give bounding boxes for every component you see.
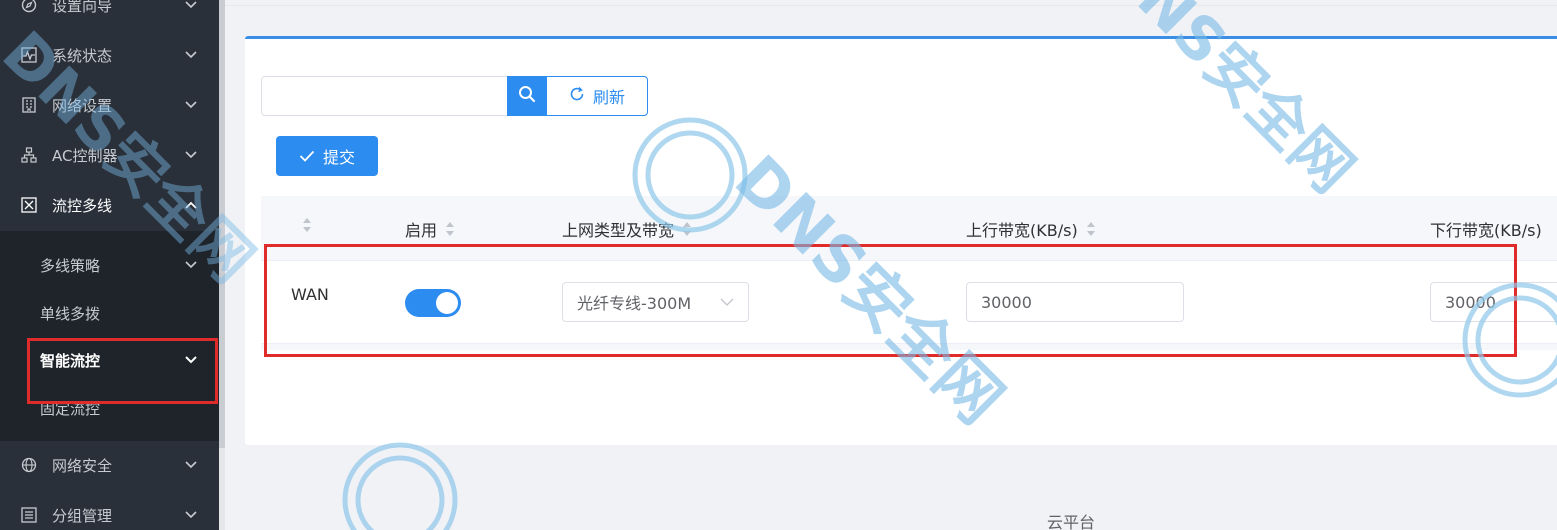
refresh-label: 刷新 [592,88,625,107]
chevron-down-icon [185,149,197,161]
sidebar-item-network-settings[interactable]: 网络设置 [0,80,219,130]
sort-icon[interactable] [682,221,692,237]
highlight-box [27,338,218,404]
column-header-upload[interactable]: 上行带宽(KB/s) [966,217,1096,241]
submit-label: 提交 [322,148,355,167]
sidebar-item-flow-control[interactable]: 流控多线 [0,180,219,230]
refresh-button[interactable]: 刷新 [546,76,648,116]
sidebar-item-group-management[interactable]: 分组管理 [0,490,219,530]
sidebar-item-label: 系统状态 [52,46,113,65]
sidebar-item-network-security[interactable]: 网络安全 [0,440,219,490]
column-header-download[interactable]: 下行带宽(KB/s) [1430,217,1542,241]
chevron-down-icon [185,49,197,61]
search-button[interactable] [507,76,547,116]
building-icon [21,97,37,113]
list-icon [21,507,37,523]
column-header-label: 下行带宽(KB/s) [1430,221,1542,240]
column-header-name[interactable] [302,217,312,233]
refresh-icon [569,86,585,106]
chevron-up-icon [185,199,197,211]
column-header-label: 启用 [405,221,438,240]
column-header-type[interactable]: 上网类型及带宽 [562,217,692,241]
sidebar-item-ac-controller[interactable]: AC控制器 [0,130,219,180]
sidebar-subitem-label: 单线多拨 [40,304,101,323]
chevron-down-icon [185,509,197,521]
sidebar-subitem-multiline-policy[interactable]: 多线策略 [0,241,219,289]
sidebar-subitem-single-multi-dial[interactable]: 单线多拨 [0,289,219,337]
chevron-down-icon [185,459,197,471]
chevron-down-icon [185,259,197,271]
sidebar-item-setup-wizard[interactable]: 设置向导 [0,0,219,30]
sidebar-item-label: 流控多线 [52,196,113,215]
column-header-label: 上网类型及带宽 [562,221,675,240]
check-icon [299,147,315,166]
sidebar-item-label: 网络安全 [52,456,113,475]
footer-text: 云平台 [1047,513,1096,530]
sort-icon[interactable] [1086,221,1096,237]
grid-icon [21,197,37,213]
sidebar-item-label: 设置向导 [52,0,113,15]
sort-icon[interactable] [302,217,312,233]
pulse-icon [21,47,37,63]
column-header-enable[interactable]: 启用 [405,217,455,241]
sidebar-item-label: 网络设置 [52,96,113,115]
column-header-label: 上行带宽(KB/s) [966,221,1078,240]
search-input[interactable] [261,76,508,116]
top-bar [225,0,1557,6]
chevron-down-icon [185,99,197,111]
chevron-down-icon [185,0,197,11]
search-icon [518,85,536,107]
sidebar-scrollbar[interactable] [219,0,225,448]
globe-icon [21,457,37,473]
submit-button[interactable]: 提交 [276,136,378,176]
compass-icon [21,0,37,13]
sort-icon[interactable] [445,221,455,237]
sidebar-subitem-label: 多线策略 [40,256,101,275]
sidebar-item-label: AC控制器 [52,146,118,165]
sidebar-item-system-status[interactable]: 系统状态 [0,30,219,80]
sidebar-item-label: 分组管理 [52,506,113,525]
network-icon [21,147,37,163]
highlight-box [264,244,1517,357]
